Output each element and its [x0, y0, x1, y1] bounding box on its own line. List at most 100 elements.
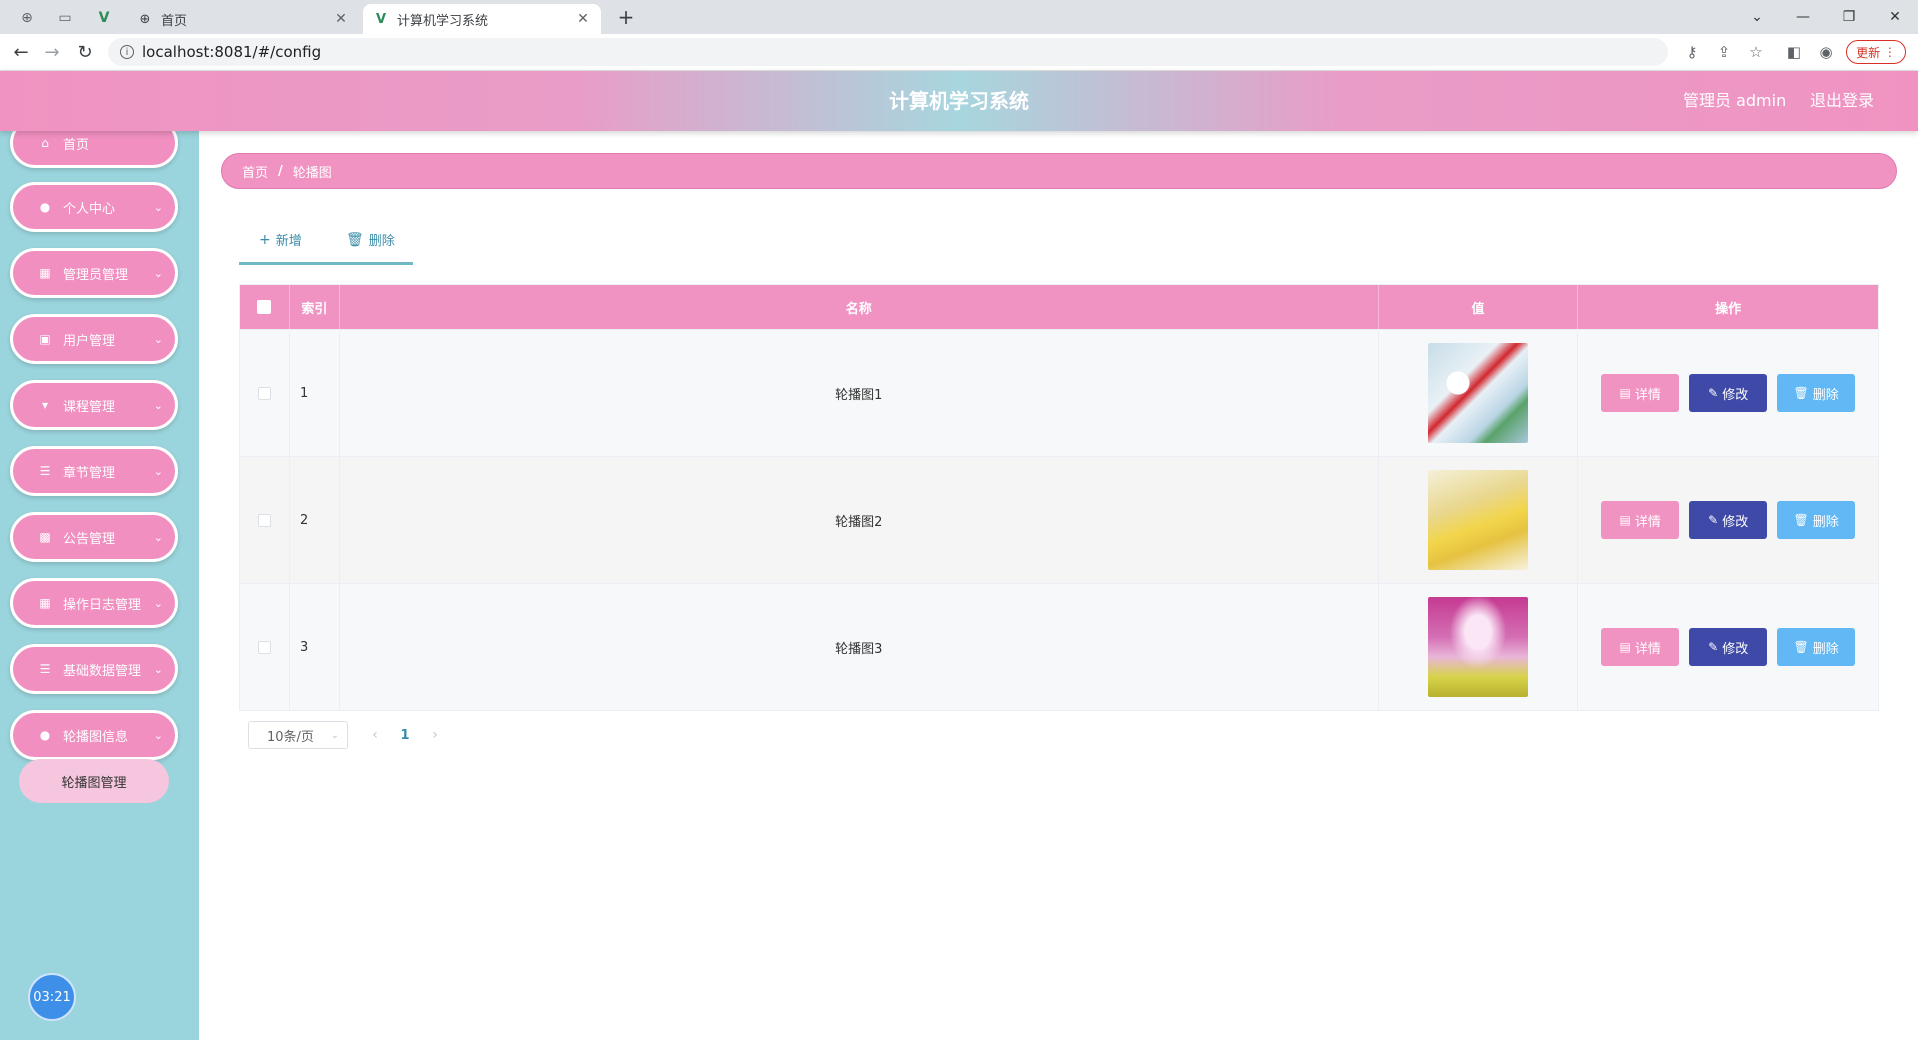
page-number[interactable]: 1	[390, 728, 420, 743]
page-size-value: 10条/页	[267, 729, 314, 745]
prev-page-button[interactable]: ‹	[360, 727, 390, 743]
sidebar-item-admins[interactable]: ▦ 管理员管理 ⌄	[10, 248, 178, 298]
browser-tab-system[interactable]: V 计算机学习系统 ✕	[363, 4, 601, 34]
chevron-down-icon: ⌄	[153, 464, 163, 478]
back-button[interactable]: ←	[8, 40, 34, 64]
sidebar-item-basic-data[interactable]: ☰ 基础数据管理 ⌄	[10, 644, 178, 694]
chevron-down-icon: ⌄	[153, 728, 163, 742]
sidebar-item-profile[interactable]: ● 个人中心 ⌄	[10, 182, 178, 232]
sidebar-item-label: 首页	[63, 137, 90, 153]
update-button[interactable]: 更新 ⋮	[1846, 40, 1906, 64]
pencil-icon: ✎	[1708, 386, 1719, 400]
carousel-image-thumbnail[interactable]	[1427, 597, 1528, 697]
sidebar-item-label: 公告管理	[63, 531, 116, 547]
share-icon[interactable]: ⇪	[1712, 40, 1736, 64]
add-button[interactable]: + 新增	[259, 230, 302, 250]
column-header-value[interactable]: 值	[1379, 285, 1579, 329]
chevron-down-icon: ⌄	[153, 266, 163, 280]
close-icon[interactable]: ✕	[331, 11, 351, 27]
sidebar-item-home[interactable]: ⌂ 首页	[10, 131, 178, 168]
trash-icon: 🗑	[1793, 386, 1809, 400]
carousel-table: 索引 名称 值 操作 1 轮播图1 ▤ 详情 ✎ 修改 🗑 删除 2 轮播图2 ▤ 详情…	[239, 284, 1879, 711]
table-row: 3 轮播图3 ▤ 详情 ✎ 修改 🗑 删除	[240, 583, 1878, 710]
bulb-icon: ●	[39, 728, 51, 742]
sidebar-item-users[interactable]: ▣ 用户管理 ⌄	[10, 314, 178, 364]
sidebar-item-courses[interactable]: ▾ 课程管理 ⌄	[10, 380, 178, 430]
document-icon: ▤	[1619, 640, 1631, 654]
current-user: 管理员 admin	[1683, 91, 1787, 110]
sidebar-item-chapters[interactable]: ☰ 章节管理 ⌄	[10, 446, 178, 496]
next-page-button[interactable]: ›	[420, 727, 450, 743]
home-icon: ⌂	[41, 136, 49, 150]
profile-icon[interactable]: ◉	[1814, 40, 1838, 64]
breadcrumb-home[interactable]: 首页	[242, 162, 268, 181]
chevron-right-icon: ›	[432, 727, 438, 743]
carousel-image-thumbnail[interactable]	[1427, 470, 1528, 570]
row-checkbox[interactable]	[257, 640, 271, 654]
close-window-button[interactable]: ✕	[1872, 4, 1918, 30]
pinned-tab-globe[interactable]: ⊕	[12, 6, 42, 30]
column-header-index[interactable]: 索引	[290, 285, 340, 329]
edit-label: 修改	[1722, 641, 1749, 657]
row-checkbox[interactable]	[257, 386, 271, 400]
sidebar-item-label: 个人中心	[63, 201, 116, 217]
select-all-checkbox[interactable]	[257, 300, 272, 314]
delete-button[interactable]: 🗑 删除	[1777, 501, 1856, 539]
sidebar-item-label: 章节管理	[63, 465, 116, 481]
pinned-tab-blank[interactable]: ▭	[50, 6, 80, 30]
add-label: 新增	[275, 234, 302, 249]
globe-icon: ⊕	[139, 11, 151, 27]
column-header-name[interactable]: 名称	[340, 285, 1379, 329]
minimize-icon: —	[1796, 9, 1810, 25]
grid-icon: ▦	[39, 266, 51, 280]
chevron-left-icon: ‹	[372, 727, 378, 743]
table-row: 2 轮播图2 ▤ 详情 ✎ 修改 🗑 删除	[240, 456, 1878, 583]
forward-button[interactable]: →	[39, 40, 65, 64]
chevron-down-icon: ⌄	[153, 662, 163, 676]
select-all-cell	[240, 285, 290, 329]
delete-label: 删除	[1812, 387, 1839, 403]
edit-button[interactable]: ✎ 修改	[1689, 374, 1768, 412]
sidebar-item-carousel[interactable]: ● 轮播图信息 ⌄	[10, 710, 178, 760]
page-size-select[interactable]: 10条/页 ⌄	[248, 721, 348, 749]
reload-button[interactable]: ↻	[72, 40, 98, 64]
info-icon[interactable]: i	[120, 45, 134, 59]
vue-icon: V	[98, 10, 110, 26]
row-checkbox[interactable]	[257, 513, 271, 527]
logout-button[interactable]: 退出登录	[1810, 71, 1874, 131]
minimize-button[interactable]: —	[1780, 4, 1826, 30]
sidebar-subitem-carousel-manage[interactable]: 轮播图管理	[19, 759, 169, 803]
url-bar[interactable]: i localhost:8081/#/config	[108, 38, 1668, 66]
tab-search-button[interactable]: ⌄	[1734, 4, 1780, 30]
tab-title: 计算机学习系统	[397, 13, 489, 29]
edit-button[interactable]: ✎ 修改	[1689, 628, 1768, 666]
delete-label: 删除	[1812, 641, 1839, 657]
close-icon: ✕	[1889, 9, 1901, 25]
clipboard-icon: ▣	[39, 332, 51, 346]
sidebar-item-logs[interactable]: ▦ 操作日志管理 ⌄	[10, 578, 178, 628]
action-bar: + 新增 🗑 删除	[239, 222, 413, 265]
pagination: 10条/页 ⌄ ‹ 1 ›	[248, 720, 450, 750]
chevron-down-icon: ⌄	[153, 530, 163, 544]
side-panel-icon[interactable]: ◧	[1782, 40, 1806, 64]
sidebar: ⌂ 首页 ● 个人中心 ⌄ ▦ 管理员管理 ⌄ ▣ 用户管理 ⌄ ▾ 课程管理 …	[0, 131, 199, 1040]
detail-button[interactable]: ▤ 详情	[1601, 501, 1680, 539]
star-icon[interactable]: ☆	[1744, 40, 1768, 64]
key-icon[interactable]: ⚷	[1680, 40, 1704, 64]
sidebar-item-notices[interactable]: ▩ 公告管理 ⌄	[10, 512, 178, 562]
new-tab-button[interactable]: +	[612, 5, 640, 29]
delete-button[interactable]: 🗑 删除	[1777, 628, 1856, 666]
grid-icon: ▦	[39, 596, 51, 610]
delete-button[interactable]: 🗑 删除	[1777, 374, 1856, 412]
pinned-tab-vue[interactable]: V	[89, 6, 119, 30]
edit-button[interactable]: ✎ 修改	[1689, 501, 1768, 539]
close-icon[interactable]: ✕	[573, 11, 593, 27]
browser-tab-home[interactable]: ⊕ 首页 ✕	[127, 4, 359, 34]
carousel-image-thumbnail[interactable]	[1427, 343, 1528, 443]
detail-button[interactable]: ▤ 详情	[1601, 628, 1680, 666]
detail-button[interactable]: ▤ 详情	[1601, 374, 1680, 412]
batch-delete-button[interactable]: 🗑 删除	[346, 230, 395, 250]
edit-label: 修改	[1722, 514, 1749, 530]
row-index: 2	[290, 457, 340, 583]
restore-button[interactable]: ❐	[1826, 4, 1872, 30]
